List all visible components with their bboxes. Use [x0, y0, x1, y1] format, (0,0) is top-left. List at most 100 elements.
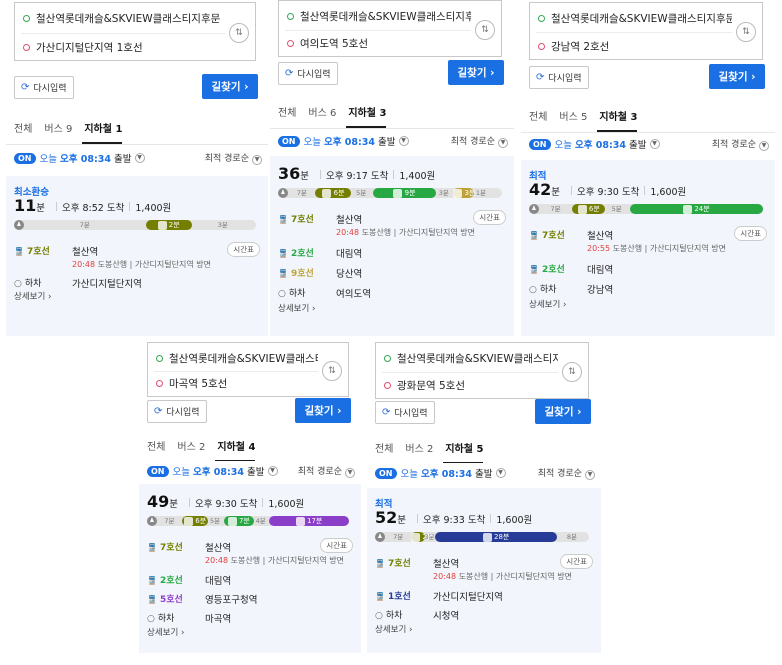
departure-time[interactable]: 오후 08:34 — [575, 137, 626, 151]
details-link[interactable]: 상세보기 › — [375, 623, 412, 635]
walk-segment: 5분 — [210, 517, 221, 525]
train-direction-text: 도봉산행 | 가산디지털단지역 방면 — [230, 556, 344, 565]
departure-time[interactable]: 오후 08:34 — [193, 464, 244, 478]
route-result[interactable]: 최소환승 11 분 오후 8:52 도착 1,400원 ♟ 7분 2분 3분 🚆 7호선 철산역 시간… — [6, 176, 268, 336]
reset-button[interactable]: ⟳ 다시입력 — [14, 76, 74, 99]
walk-segment: 7분 — [164, 517, 175, 525]
departure-options: ON 오늘 오후 08:34 출발 ▼ 최적 경로순 ▼ — [6, 148, 268, 168]
route-input-box: 철산역롯데캐슬&SKVIEW클래스티지후문광화문역 5호선 ⇅ — [375, 342, 589, 399]
origin-field[interactable]: 철산역롯데캐슬&SKVIEW클래스티지후문 — [287, 7, 471, 25]
origin-field[interactable]: 철산역롯데캐슬&SKVIEW클래스티지후문 — [23, 9, 225, 27]
origin-field[interactable]: 철산역롯데캐슬&SKVIEW클래스티지후문 — [384, 349, 558, 367]
tab-subway[interactable]: 지하철 4 — [215, 436, 256, 462]
segment-duration: 6분 — [193, 517, 207, 525]
route-result[interactable]: 최적 42 분 오후 9:30 도착 1,600원 ♟ 7분 6분 5분 24분 🚆 7호선 철산역… — [521, 160, 775, 336]
chevron-down-icon[interactable]: ▼ — [495, 468, 506, 478]
arrival-time: 오후 9:17 도착 — [326, 171, 389, 182]
route-summary: 49 분 오후 9:30 도착 1,600원 — [147, 492, 304, 511]
destination-field[interactable]: 가산디지털단지역 1호선 — [23, 38, 225, 56]
reset-button[interactable]: ⟳ 다시입력 — [529, 66, 589, 89]
details-link[interactable]: 상세보기 › — [14, 290, 51, 302]
details-link[interactable]: 상세보기 › — [147, 626, 184, 638]
on-badge[interactable]: ON — [147, 465, 169, 477]
tab-all[interactable]: 전체 — [139, 436, 165, 462]
tab-subway[interactable]: 지하철 5 — [443, 438, 484, 464]
swap-icon[interactable]: ⇅ — [322, 361, 342, 381]
line-badge: 🚆 9호선 — [278, 266, 336, 280]
minutes-unit: 분 — [36, 203, 46, 214]
route-result[interactable]: 36 분 오후 9:17 도착 1,400원 ♟ 7분 6분 5분 9분 3분 3분 1분 🚆 7호… — [270, 156, 514, 336]
segment-duration: 3분 — [462, 189, 476, 197]
arrival-time: 오후 8:52 도착 — [62, 203, 125, 214]
on-badge[interactable]: ON — [375, 467, 397, 479]
walk-icon: ♟ — [14, 220, 24, 230]
sort-dropdown[interactable]: 최적 경로순 ▼ — [712, 137, 769, 151]
chevron-down-icon[interactable]: ▼ — [398, 136, 409, 146]
search-button[interactable]: 길찾기 › — [448, 60, 504, 85]
reset-button[interactable]: ⟳ 다시입력 — [375, 401, 435, 424]
tab-all[interactable]: 전체 — [367, 438, 393, 464]
timetable-button[interactable]: 시간표 — [227, 242, 260, 257]
swap-icon[interactable]: ⇅ — [475, 20, 495, 40]
destination-field[interactable]: 광화문역 5호선 — [384, 376, 558, 394]
search-button[interactable]: 길찾기 › — [295, 398, 351, 423]
departure-time[interactable]: 오후 08:34 — [421, 466, 472, 480]
destination-field[interactable]: 마곡역 5호선 — [156, 374, 318, 392]
input-divider — [154, 371, 318, 372]
station-name: 철산역 — [205, 543, 232, 554]
departure-time[interactable]: 오후 08:34 — [60, 151, 111, 165]
sort-dropdown[interactable]: 최적 경로순 ▼ — [538, 466, 595, 480]
sort-dropdown[interactable]: 최적 경로순 ▼ — [298, 464, 355, 478]
tab-all[interactable]: 전체 — [521, 106, 547, 132]
sort-dropdown[interactable]: 최적 경로순 ▼ — [205, 151, 262, 165]
origin-field[interactable]: 철산역롯데캐슬&SKVIEW클래스티지후문 — [156, 349, 318, 367]
details-link[interactable]: 상세보기 › — [529, 298, 566, 310]
tab-bus[interactable]: 버스 9 — [36, 118, 72, 144]
departure-time[interactable]: 오후 08:34 — [324, 134, 375, 148]
timetable-button[interactable]: 시간표 — [320, 538, 353, 553]
tab-all[interactable]: 전체 — [270, 102, 296, 128]
tab-subway[interactable]: 지하철 1 — [82, 118, 123, 144]
details-link[interactable]: 상세보기 › — [278, 302, 315, 314]
timetable-button[interactable]: 시간표 — [473, 210, 506, 225]
tab-bus[interactable]: 버스 2 — [169, 436, 205, 462]
sort-dropdown[interactable]: 최적 경로순 ▼ — [451, 134, 508, 148]
route-input-box: 철산역롯데캐슬&SKVIEW클래스티지후문가산디지털단지역 1호선 ⇅ — [14, 2, 256, 61]
reset-button[interactable]: ⟳ 다시입력 — [278, 62, 338, 85]
input-divider — [382, 372, 558, 373]
timetable-button[interactable]: 시간표 — [734, 226, 767, 241]
subway-icon — [683, 204, 693, 214]
result-tabs: 전체 버스 2 지하철 4 — [139, 436, 361, 463]
departure-suffix: 출발 — [472, 469, 493, 480]
destination-field[interactable]: 강남역 2호선 — [538, 37, 732, 55]
origin-field[interactable]: 철산역롯데캐슬&SKVIEW클래스티지후문 — [538, 9, 732, 27]
route-result[interactable]: 49 분 오후 9:30 도착 1,600원 ♟ 7분 6분 5분 7분 4분 17분 🚆 7호선… — [139, 484, 361, 653]
route-result[interactable]: 최적 52 분 오후 9:33 도착 1,600원 ♟ 7분 2분 3분 28분 8분 🚆 7호선 철… — [367, 488, 601, 653]
swap-icon[interactable]: ⇅ — [229, 23, 249, 43]
reset-button[interactable]: ⟳ 다시입력 — [147, 400, 207, 423]
on-badge[interactable]: ON — [529, 138, 551, 150]
chevron-down-icon[interactable]: ▼ — [134, 153, 145, 163]
on-badge[interactable]: ON — [14, 152, 36, 164]
search-button[interactable]: 길찾기 › — [202, 74, 258, 99]
tab-bus[interactable]: 버스 2 — [397, 438, 433, 464]
route-step: 🚆 2호선 대림역 — [278, 246, 514, 260]
tab-bus[interactable]: 버스 6 — [300, 102, 336, 128]
timetable-button[interactable]: 시간표 — [560, 554, 593, 569]
search-button[interactable]: 길찾기 › — [709, 64, 765, 89]
chevron-down-icon[interactable]: ▼ — [649, 139, 660, 149]
swap-icon[interactable]: ⇅ — [736, 22, 756, 42]
on-badge[interactable]: ON — [278, 135, 300, 147]
chevron-down-icon[interactable]: ▼ — [267, 466, 278, 476]
tab-all[interactable]: 전체 — [6, 118, 32, 144]
destination-field[interactable]: 여의도역 5호선 — [287, 34, 471, 52]
destination-text: 광화문역 5호선 — [397, 379, 465, 392]
swap-icon[interactable]: ⇅ — [562, 362, 582, 382]
line-name: 1호선 — [387, 592, 411, 602]
tab-subway[interactable]: 지하철 3 — [346, 102, 387, 128]
route-input-box: 철산역롯데캐슬&SKVIEW클래스티지후문여의도역 5호선 ⇅ — [278, 0, 502, 57]
tab-subway[interactable]: 지하철 3 — [597, 106, 638, 132]
tab-bus[interactable]: 버스 5 — [551, 106, 587, 132]
search-button[interactable]: 길찾기 › — [535, 399, 591, 424]
ride-segment: 2분 — [411, 532, 433, 542]
